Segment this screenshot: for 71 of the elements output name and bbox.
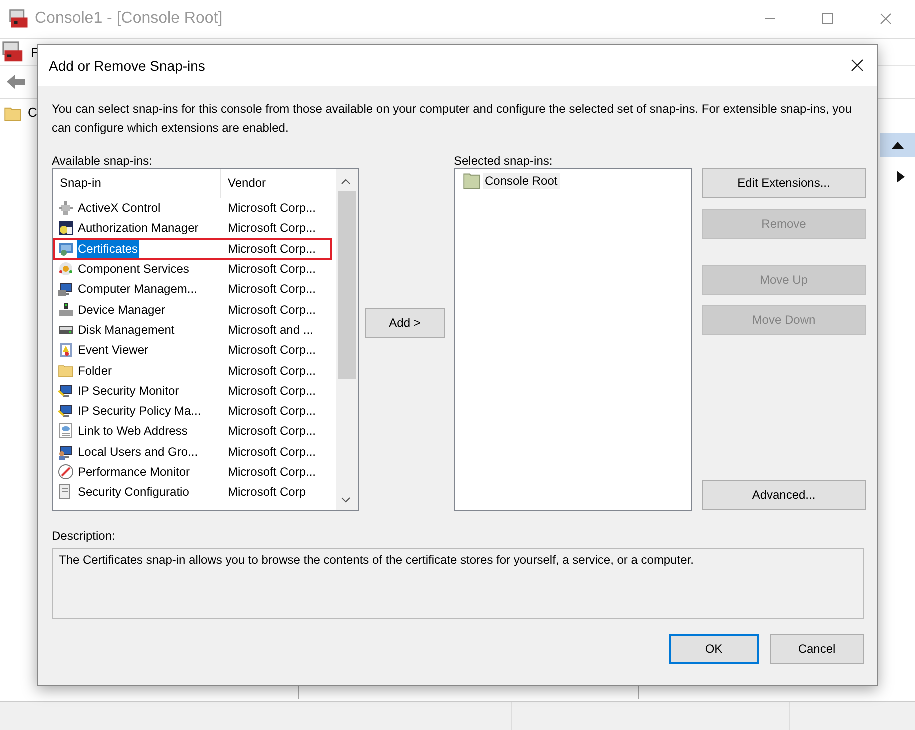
- column-header[interactable]: Vendor: [221, 169, 331, 198]
- vendor-text: Microsoft Corp...: [227, 465, 316, 479]
- close-icon: [880, 13, 892, 25]
- vendor-text: Microsoft Corp...: [227, 364, 316, 378]
- plug-icon: [58, 200, 74, 216]
- vendor-text: Microsoft Corp...: [227, 201, 316, 216]
- vendor-text: Microsoft Corp...: [227, 404, 316, 418]
- snap-in-name[interactable]: Event Viewer: [77, 341, 150, 360]
- snap-in-name[interactable]: Local Users and Gro...: [77, 442, 200, 461]
- snap-in-name[interactable]: IP Security Monitor: [77, 382, 180, 400]
- vendor-text: Microsoft Corp...: [227, 221, 316, 236]
- snap-in-name[interactable]: Authorization Manager: [77, 219, 200, 238]
- vendor-text: Microsoft Corp...: [227, 343, 316, 358]
- vendor-text: Microsoft Corp...: [227, 302, 316, 317]
- snap-in-name[interactable]: Security Configuratio: [77, 483, 190, 502]
- scroll-down-icon[interactable]: [341, 497, 351, 503]
- window-title: Console1 - [Console Root]: [35, 10, 223, 28]
- vendor-text: Microsoft Corp...: [227, 444, 316, 459]
- snap-in-name[interactable]: ActiveX Control: [77, 199, 162, 218]
- field-label: Available snap-ins:: [52, 154, 154, 168]
- back-arrow-icon[interactable]: [6, 74, 26, 90]
- scroll-up-button[interactable]: [880, 133, 915, 157]
- snap-in-name[interactable]: Disk Management: [77, 320, 176, 339]
- certificate-icon: [58, 240, 74, 257]
- dialog-button[interactable]: OK: [669, 634, 759, 664]
- intro-text: You can select snap-ins for this console from those available on your computer and configure the selected set of snap-ins. For extensible snap-ins, you can configure which extensions are enabled.: [52, 101, 852, 137]
- field-label: Description:: [52, 529, 116, 543]
- list-item[interactable]: Console Root: [483, 173, 560, 189]
- up-triangle-icon: [892, 141, 904, 149]
- dialog-button[interactable]: Cancel: [770, 634, 864, 664]
- gear-icon: [58, 261, 74, 278]
- vendor-text: Microsoft Corp...: [227, 282, 316, 296]
- snap-in-name[interactable]: IP Security Policy Ma...: [77, 402, 202, 420]
- log-icon: [58, 342, 74, 358]
- vendor-text: Microsoft Corp...: [227, 262, 316, 276]
- vendor-text: Microsoft Corp...: [227, 384, 316, 398]
- vendor-text: Microsoft Corp...: [227, 242, 316, 256]
- description-text: The Certificates snap-in allows you to browse the contents of the certificate stores for yourself, a service, or a computer.: [59, 553, 695, 567]
- toolbox-icon: [9, 9, 29, 29]
- snap-in-name[interactable]: Computer Managem...: [77, 280, 198, 298]
- side-button[interactable]: Edit Extensions...: [702, 168, 866, 198]
- folder-icon: [463, 172, 481, 190]
- web-page-icon: [58, 423, 74, 440]
- vendor-text: Microsoft Corp: [227, 485, 306, 500]
- column-header[interactable]: Snap-in: [53, 169, 221, 198]
- snap-in-name[interactable]: Component Services: [77, 260, 190, 278]
- folder-icon: [4, 105, 22, 123]
- users-icon: [58, 444, 74, 460]
- folder-icon: [58, 362, 74, 379]
- scrollbar[interactable]: [336, 169, 358, 510]
- tree-item[interactable]: C: [28, 105, 38, 120]
- snap-in-name[interactable]: Link to Web Address: [77, 422, 189, 440]
- close-icon: [850, 59, 864, 72]
- snap-in-name[interactable]: Device Manager: [77, 300, 166, 319]
- field-label: Selected snap-ins:: [454, 154, 554, 168]
- scroll-up-icon[interactable]: [341, 179, 351, 185]
- device-icon: [58, 302, 74, 318]
- monitor-key-icon: [58, 382, 74, 399]
- snap-in-name[interactable]: Folder: [77, 362, 114, 380]
- vendor-text: Microsoft Corp...: [227, 424, 316, 438]
- side-button[interactable]: Advanced...: [702, 480, 866, 510]
- expand-arrow-icon[interactable]: [897, 171, 905, 183]
- computer-icon: [58, 281, 74, 298]
- add-button[interactable]: Add >: [365, 308, 445, 338]
- snap-in-name[interactable]: Certificates: [77, 240, 140, 258]
- snap-in-name[interactable]: Performance Monitor: [77, 463, 192, 481]
- vendor-text: Microsoft and ...: [227, 322, 314, 337]
- toolbox-icon: [2, 41, 24, 63]
- maximize-icon: [822, 13, 834, 25]
- monitor-key-icon: [58, 403, 74, 420]
- dialog-title: Add or Remove Snap-ins: [49, 58, 206, 74]
